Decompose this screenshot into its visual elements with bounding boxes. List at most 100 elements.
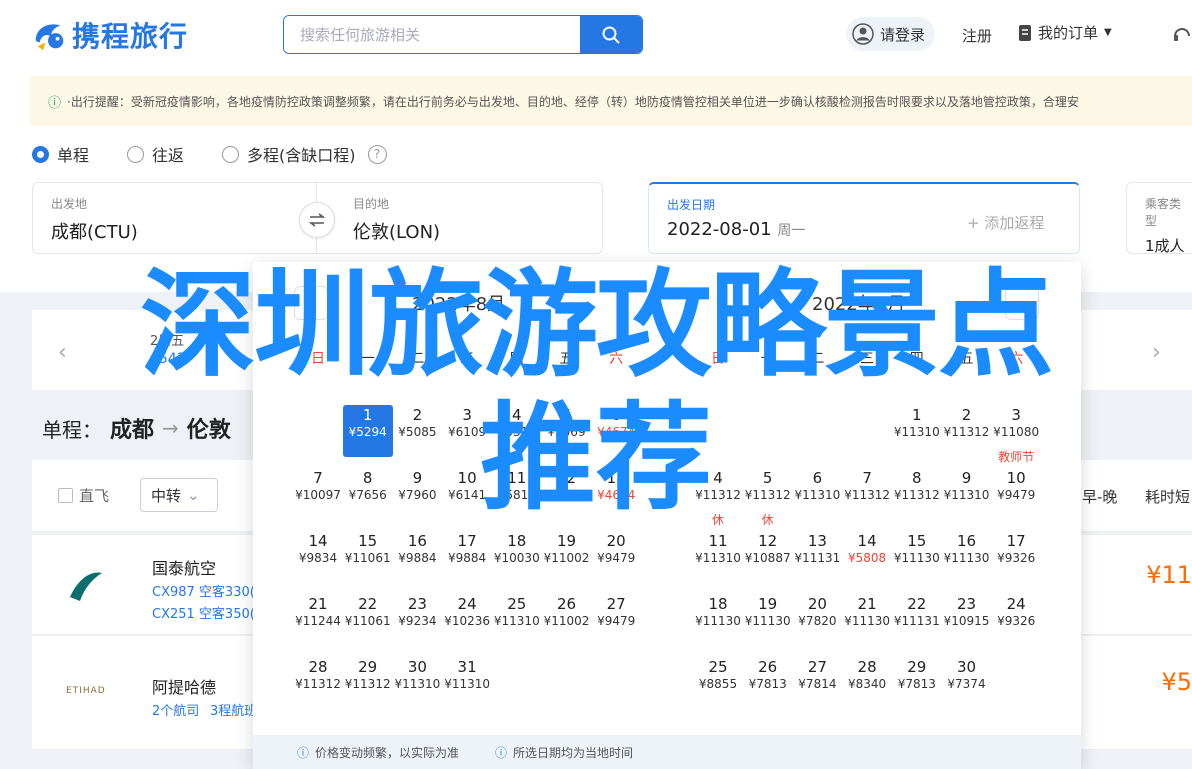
flight-code[interactable]: 3程航班 <box>210 700 257 719</box>
passenger-label: 乘客类型 <box>1145 197 1182 228</box>
day-number: 19 <box>556 532 577 550</box>
day-price: ¥4674 <box>597 425 636 439</box>
weekday-label: 五 <box>959 351 974 367</box>
day-number: 14 <box>857 532 877 550</box>
calendar-day[interactable]: 24 ¥9326 <box>991 594 1041 646</box>
day-number: 13 <box>606 469 626 487</box>
month-title-aug: 2022年8月 <box>412 294 506 315</box>
sort-time[interactable]: 早-晚 <box>1082 486 1117 507</box>
route-summary: 单程： 成都 → 伦敦 <box>42 412 231 444</box>
flight-price: ¥5 <box>1161 668 1192 696</box>
flight-code[interactable]: 2个航司 <box>152 700 199 719</box>
radio-icon <box>222 145 240 163</box>
day-number: 12 <box>758 532 778 550</box>
day-price: ¥9479 <box>597 614 636 628</box>
day-number: 1 <box>362 406 373 424</box>
day-number: 10 <box>1006 469 1026 487</box>
ctrip-logo[interactable]: 携程旅行 <box>30 14 188 56</box>
day-number: 29 <box>907 658 927 676</box>
day-number: 7 <box>862 469 872 487</box>
day-number: 24 <box>457 595 477 613</box>
day-number: 11 <box>507 469 527 487</box>
help-icon[interactable]: ? <box>367 144 387 164</box>
day-number: 13 <box>807 532 827 550</box>
passenger-field[interactable]: 乘客类型 1成人 <box>1126 182 1192 255</box>
calendar-day[interactable]: 30 ¥7374 <box>942 657 992 709</box>
next-month-button[interactable]: › <box>1005 286 1039 320</box>
from-label: 出发地 <box>51 197 88 211</box>
swap-cities-button[interactable] <box>299 202 335 238</box>
calendar-day[interactable]: 31 ¥11310 <box>442 657 492 709</box>
calendar-day[interactable]: 10 ¥9479 <box>991 468 1041 520</box>
search-button[interactable] <box>580 16 642 53</box>
weekday-label: 日 <box>711 351 725 367</box>
weekday-label: 一 <box>360 351 375 367</box>
day-number: 21 <box>857 595 877 613</box>
add-return-button[interactable]: + 添加返程 <box>967 212 1044 233</box>
sort-duration[interactable]: 耗时短 <box>1145 486 1190 507</box>
etihad-logo-icon: ETIHAD <box>66 686 106 696</box>
radio-checked-icon <box>32 145 49 163</box>
calendar-day[interactable]: 6 ¥4674 <box>591 405 641 457</box>
month-title-sep: 2022年9月 <box>812 294 906 315</box>
day-number: 26 <box>758 658 778 676</box>
transfer-label: 中转 <box>151 486 182 505</box>
my-orders-menu[interactable]: 我的订单 ▼ <box>1018 22 1112 43</box>
route-to: 伦敦 <box>186 418 231 443</box>
day-price: ¥9326 <box>997 551 1036 565</box>
orders-label: 我的订单 <box>1038 24 1099 42</box>
calendar-day[interactable]: 27 ¥9479 <box>591 594 641 646</box>
date-field[interactable]: 出发日期 2022-08-01 周一 + 添加返程 <box>648 182 1080 254</box>
trip-round[interactable]: 往返 <box>127 142 184 166</box>
day-number: 20 <box>606 532 626 550</box>
weekday-label: 四 <box>909 351 924 367</box>
day-number: 25 <box>708 658 728 676</box>
weekday-label: 四 <box>509 351 524 367</box>
day-number: 1 <box>912 406 922 424</box>
user-icon <box>852 23 874 45</box>
notice-text: ·出行提醒：受新冠疫情影响，各地疫情防控政策调整频繁，请在出行前务必与出发地、目… <box>67 94 1079 109</box>
day-number: 28 <box>308 658 328 676</box>
weekday-label: 六 <box>609 351 624 367</box>
weekday-label: 三 <box>460 351 475 367</box>
day-number: 18 <box>708 595 728 613</box>
day-number: 22 <box>358 595 378 613</box>
prev-month-button[interactable]: ‹ <box>294 286 328 320</box>
search-input[interactable] <box>284 16 580 53</box>
day-number: 25 <box>507 595 527 613</box>
trip-type-selector: 单程 往返 多程(含缺口程) ? <box>32 142 387 166</box>
weekday-label: 一 <box>760 351 775 367</box>
to-field[interactable]: 目的地 伦敦(LON) <box>316 182 603 254</box>
day-number: 5 <box>561 406 572 424</box>
to-label: 目的地 <box>353 197 390 211</box>
chevron-down-icon: ⌄ <box>187 486 200 504</box>
day-number: 23 <box>407 595 427 613</box>
day-number: 16 <box>956 532 977 550</box>
day-price: ¥11310 <box>444 677 490 691</box>
logo-text: 携程旅行 <box>72 20 189 53</box>
headset-icon[interactable] <box>1172 24 1192 44</box>
calendar-day[interactable]: 17 ¥9326 <box>991 531 1041 583</box>
day-number: 16 <box>407 532 427 550</box>
day-price: ¥9326 <box>997 614 1036 628</box>
trip-one-way[interactable]: 单程 <box>32 142 89 166</box>
register-link[interactable]: 注册 <box>962 25 992 46</box>
trip-multi[interactable]: 多程(含缺口程) <box>222 142 356 166</box>
from-field[interactable]: 出发地 成都(CTU) <box>32 182 317 254</box>
direct-only-checkbox[interactable]: 直飞 <box>58 485 109 506</box>
day-number: 8 <box>362 469 373 487</box>
calendar-day[interactable]: 13 ¥4634 <box>591 468 641 520</box>
strip-next-icon[interactable]: › <box>1152 340 1161 365</box>
swap-icon <box>308 213 326 227</box>
trip-round-label: 往返 <box>152 146 185 165</box>
strip-prev-icon[interactable]: ‹ <box>58 340 67 365</box>
passenger-value: 1成人 <box>1145 237 1185 255</box>
day-number: 3 <box>462 406 472 424</box>
transfer-dropdown[interactable]: 中转 ⌄ <box>140 478 218 512</box>
day-number: 30 <box>407 658 427 676</box>
caret-down-icon: ▼ <box>1104 27 1112 38</box>
login-button[interactable]: 请登录 <box>846 17 936 51</box>
day-number: 15 <box>907 532 927 550</box>
calendar-day[interactable]: 20 ¥9479 <box>591 531 641 583</box>
day-number: 9 <box>412 469 423 487</box>
